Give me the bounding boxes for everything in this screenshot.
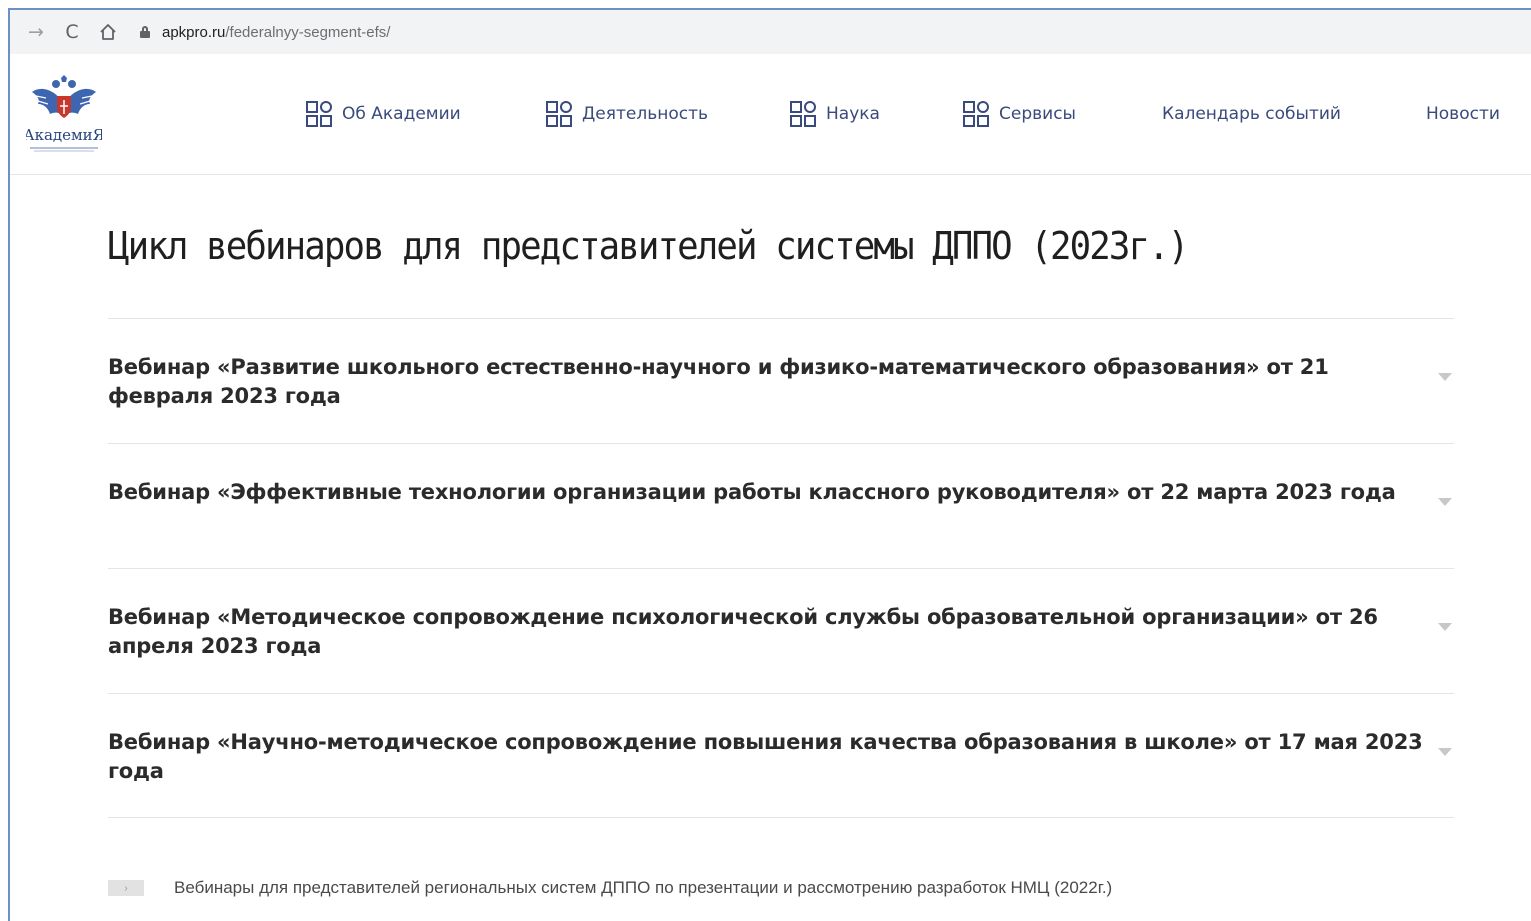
home-icon[interactable] bbox=[94, 18, 122, 46]
address-bar[interactable]: apkpro.ru/federalnyy-segment-efs/ bbox=[140, 16, 1531, 48]
chevron-down-icon[interactable] bbox=[1438, 498, 1452, 506]
browser-frame: → C apkpro.ru/federalnyy-segment-efs/ Ак… bbox=[8, 8, 1531, 921]
reload-icon[interactable]: C bbox=[58, 18, 86, 46]
nav-item-calendar[interactable]: Календарь событий bbox=[1162, 94, 1341, 134]
nav-item-label: Деятельность bbox=[582, 104, 708, 124]
nav-item-label: Об Академии bbox=[342, 104, 461, 124]
accordion-item-title[interactable]: Вебинар «Методическое сопровождение псих… bbox=[108, 603, 1433, 661]
grid-icon bbox=[790, 101, 816, 127]
accordion-item-title[interactable]: Вебинар «Развитие школьного естественно-… bbox=[108, 353, 1433, 411]
page-title: Цикл вебинаров для представителей систем… bbox=[108, 224, 1189, 268]
related-webinars-label[interactable]: Вебинары для представителей региональных… bbox=[174, 878, 1112, 898]
chevron-down-icon[interactable] bbox=[1438, 748, 1452, 756]
related-webinars-link[interactable]: › Вебинары для представителей региональн… bbox=[108, 878, 1112, 898]
url-path: /federalnyy-segment-efs/ bbox=[225, 23, 391, 41]
accordion-item[interactable]: Вебинар «Научно-методическое сопровожден… bbox=[108, 693, 1454, 818]
grid-icon bbox=[963, 101, 989, 127]
nav-item-activity[interactable]: Деятельность bbox=[546, 94, 708, 134]
chevron-down-icon[interactable] bbox=[1438, 373, 1452, 381]
nav-item-label: Новости bbox=[1426, 104, 1500, 124]
grid-icon bbox=[306, 101, 332, 127]
chevron-right-icon: › bbox=[108, 880, 144, 896]
nav-item-about[interactable]: Об Академии bbox=[306, 94, 461, 134]
accordion-item[interactable]: Вебинар «Развитие школьного естественно-… bbox=[108, 318, 1454, 443]
webinar-accordion: Вебинар «Развитие школьного естественно-… bbox=[108, 318, 1454, 818]
site-header: АкадемиЯ Об Академии Деятельность Наука … bbox=[10, 54, 1531, 175]
accordion-item[interactable]: Вебинар «Методическое сопровождение псих… bbox=[108, 568, 1454, 693]
nav-item-label: Календарь событий bbox=[1162, 104, 1341, 124]
nav-item-services[interactable]: Сервисы bbox=[963, 94, 1076, 134]
main-nav: Об Академии Деятельность Наука Сервисы К… bbox=[10, 94, 1531, 134]
url-host: apkpro.ru bbox=[162, 23, 226, 41]
accordion-item[interactable]: Вебинар «Эффективные технологии организа… bbox=[108, 443, 1454, 568]
accordion-item-title[interactable]: Вебинар «Эффективные технологии организа… bbox=[108, 478, 1433, 507]
lock-icon[interactable] bbox=[140, 26, 150, 38]
nav-item-label: Сервисы bbox=[999, 104, 1076, 124]
forward-icon[interactable]: → bbox=[22, 18, 50, 46]
grid-icon bbox=[546, 101, 572, 127]
nav-item-news[interactable]: Новости bbox=[1426, 94, 1500, 134]
nav-item-science[interactable]: Наука bbox=[790, 94, 880, 134]
nav-item-label: Наука bbox=[826, 104, 880, 124]
accordion-item-title[interactable]: Вебинар «Научно-методическое сопровожден… bbox=[108, 728, 1433, 786]
browser-toolbar: → C apkpro.ru/federalnyy-segment-efs/ bbox=[10, 10, 1531, 54]
chevron-down-icon[interactable] bbox=[1438, 623, 1452, 631]
